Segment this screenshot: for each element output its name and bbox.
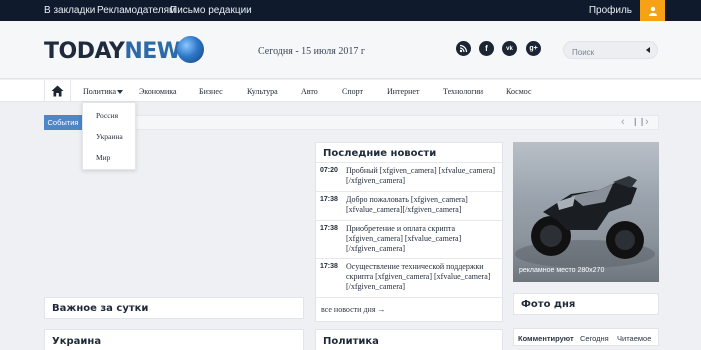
nav-item-culture[interactable]: Культура — [247, 87, 278, 96]
news-time: 17:38 — [320, 225, 338, 232]
all-news-link[interactable]: все новости дня → — [321, 305, 386, 314]
ad-caption: рекламное место 280х270 — [519, 267, 605, 274]
news-link[interactable]: Пробный [xfgiven_camera] [xfvalue_camera… — [346, 166, 501, 186]
motorcycle-image — [515, 176, 655, 268]
photo-panel: Фото дня — [513, 293, 659, 315]
ticker-pause-button[interactable]: ❙❙ — [632, 116, 645, 128]
ukraine-title: Украина — [52, 336, 102, 347]
photo-title: Фото дня — [521, 299, 576, 310]
user-icon — [648, 6, 657, 16]
dropdown-item-ukraine[interactable]: Украина — [96, 132, 123, 141]
tab-today[interactable]: Сегодня — [580, 334, 609, 343]
tab-commented[interactable]: Комментируют — [518, 334, 574, 343]
editor-letter-link[interactable]: Письмо редакции — [170, 5, 252, 16]
nav-item-auto[interactable]: Авто — [301, 87, 318, 96]
important-panel: Важное за сутки — [44, 297, 304, 319]
search-box — [563, 41, 658, 61]
news-ticker — [44, 115, 659, 130]
home-button[interactable] — [44, 80, 71, 102]
ad-banner[interactable] — [513, 142, 659, 282]
news-link[interactable]: Осуществление технической поддержки скри… — [346, 262, 501, 292]
nav-item-business[interactable]: Бизнес — [199, 87, 223, 96]
top-bar: В закладки Рекламодателям Письмо редакци… — [0, 0, 701, 21]
facebook-icon[interactable]: f — [479, 41, 494, 56]
chevron-down-icon[interactable] — [117, 90, 123, 94]
dropdown-item-russia[interactable]: Россия — [96, 111, 118, 120]
nav-item-internet[interactable]: Интернет — [387, 87, 419, 96]
nav-item-sport[interactable]: Спорт — [342, 87, 363, 96]
ticker-badge: События — [44, 115, 82, 130]
home-icon — [51, 85, 64, 97]
news-row[interactable]: 17:38 Осуществление технической поддержк… — [316, 259, 502, 298]
main-nav: Политика Экономика Бизнес Культура Авто … — [0, 80, 701, 102]
ticker-next-button[interactable]: › — [645, 116, 649, 128]
ticker-prev-button[interactable]: ‹ — [621, 116, 625, 128]
tabs-bar: Комментируют Сегодня Читаемое — [513, 328, 659, 346]
news-time: 07:20 — [320, 167, 338, 174]
news-time: 17:38 — [320, 196, 338, 203]
site-header: TODAYNEWS Сегодня - 15 июля 2017 г f vk … — [0, 21, 701, 79]
rss-icon[interactable] — [456, 41, 471, 56]
politics-panel: Политика — [315, 329, 503, 350]
nav-item-space[interactable]: Космос — [506, 87, 532, 96]
advertisers-link[interactable]: Рекламодателям — [97, 5, 176, 16]
site-logo[interactable]: TODAYNEWS — [44, 39, 196, 64]
user-button[interactable] — [640, 0, 665, 21]
news-row[interactable]: 17:38 Приобретение и оплата скрипта [xfg… — [316, 221, 502, 259]
dropdown-item-world[interactable]: Мир — [96, 153, 110, 162]
globe-icon — [177, 36, 204, 63]
bookmark-link[interactable]: В закладки — [44, 5, 95, 16]
logo-today: TODAY — [44, 39, 125, 64]
latest-news-title: Последние новости — [323, 148, 437, 159]
nav-item-technology[interactable]: Технологии — [443, 87, 483, 96]
vk-icon[interactable]: vk — [502, 41, 517, 56]
profile-link[interactable]: Профиль — [589, 5, 632, 16]
ukraine-panel: Украина — [44, 329, 304, 350]
current-date: Сегодня - 15 июля 2017 г — [258, 46, 365, 57]
search-input[interactable] — [572, 44, 647, 61]
news-time: 17:38 — [320, 263, 338, 270]
news-link[interactable]: Приобретение и оплата скрипта [xfgiven_c… — [346, 224, 501, 254]
politics-dropdown: Россия Украина Мир — [82, 102, 136, 170]
search-arrow-icon[interactable] — [646, 47, 650, 53]
news-link[interactable]: Добро пожаловать [xfgiven_camera] [xfval… — [346, 195, 501, 215]
nav-item-economy[interactable]: Экономика — [139, 87, 177, 96]
politics-title: Политика — [323, 336, 379, 347]
nav-item-politics[interactable]: Политика — [83, 87, 116, 96]
news-row[interactable]: 07:20 Пробный [xfgiven_camera] [xfvalue_… — [316, 163, 502, 192]
important-title: Важное за сутки — [52, 303, 149, 314]
news-row[interactable]: 17:38 Добро пожаловать [xfgiven_camera] … — [316, 192, 502, 221]
google-plus-icon[interactable]: g+ — [526, 41, 541, 56]
tab-most-read[interactable]: Читаемое — [617, 334, 651, 343]
